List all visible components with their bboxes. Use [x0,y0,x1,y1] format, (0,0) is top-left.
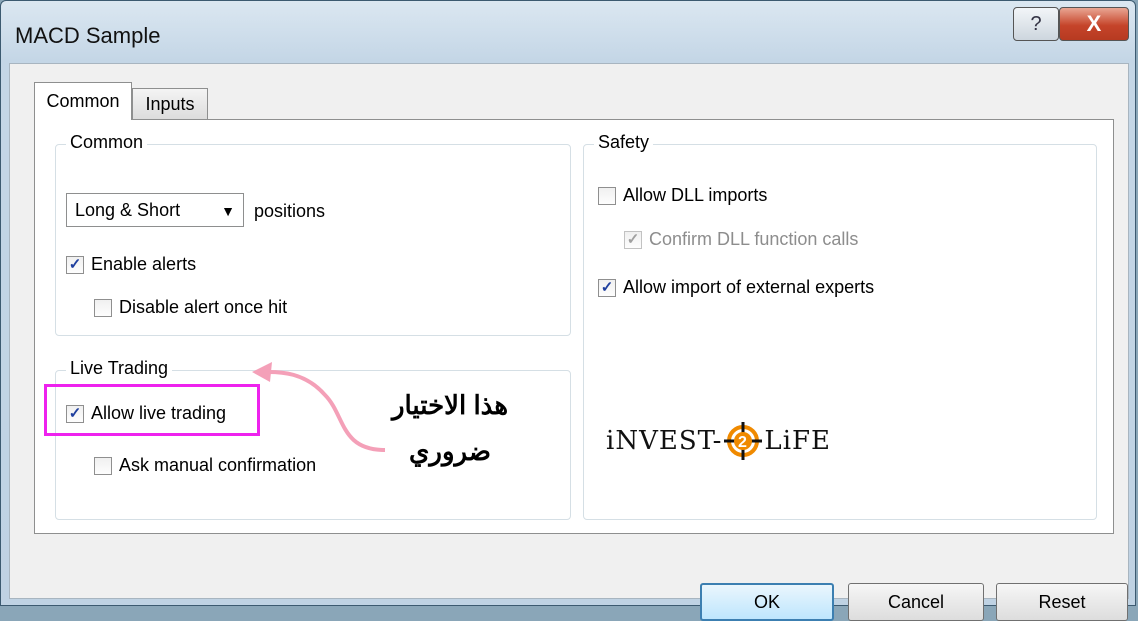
highlight-box [44,384,260,436]
annotation-arrow-icon [252,362,386,452]
